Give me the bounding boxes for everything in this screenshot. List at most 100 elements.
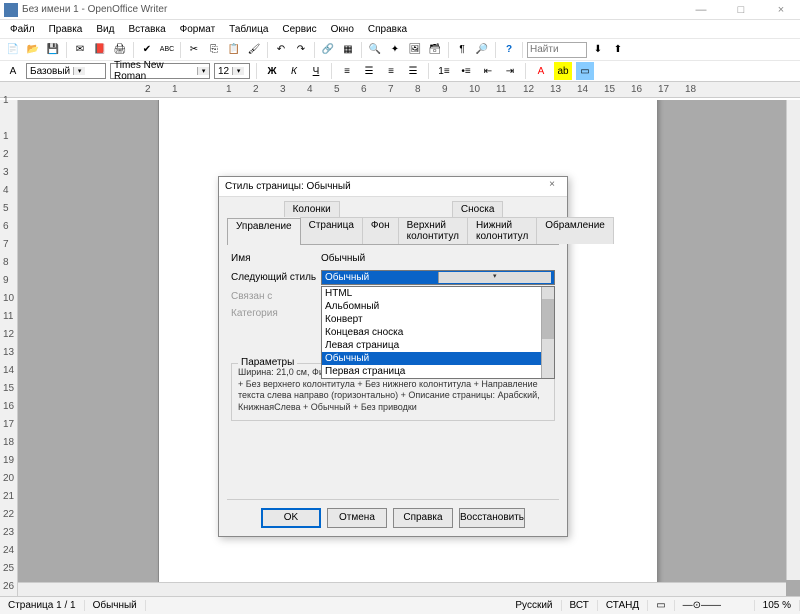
separator: [428, 63, 429, 79]
size-combo[interactable]: 12▾: [214, 63, 250, 79]
tab-columns[interactable]: Колонки: [284, 201, 340, 217]
reset-button[interactable]: Восстановить: [459, 508, 525, 528]
vertical-scrollbar[interactable]: [786, 100, 800, 580]
redo-icon[interactable]: ↷: [292, 41, 310, 59]
tab-background[interactable]: Фон: [362, 217, 399, 244]
spellcheck-icon[interactable]: ✔: [138, 41, 156, 59]
menu-file[interactable]: Файл: [4, 23, 41, 36]
dropdown-option-html[interactable]: HTML: [322, 287, 554, 300]
status-zoom[interactable]: 105 %: [755, 600, 800, 611]
navigator-icon[interactable]: ✦: [386, 41, 404, 59]
help-icon[interactable]: ?: [500, 41, 518, 59]
status-page: Страница 1 / 1: [0, 600, 85, 611]
window-minimize-button[interactable]: —: [686, 4, 716, 16]
save-icon[interactable]: 💾: [44, 41, 62, 59]
menu-format[interactable]: Формат: [174, 23, 222, 36]
bold-button[interactable]: Ж: [263, 62, 281, 80]
font-color-icon[interactable]: A: [532, 62, 550, 80]
styles-icon[interactable]: A: [4, 62, 22, 80]
paste-icon[interactable]: 📋: [225, 41, 243, 59]
tab-footnote[interactable]: Сноска: [452, 201, 503, 217]
next-style-selected: Обычный: [325, 272, 438, 283]
menu-edit[interactable]: Правка: [43, 23, 89, 36]
underline-button[interactable]: Ч: [307, 62, 325, 80]
status-view-icon[interactable]: ▭: [648, 600, 674, 611]
open-icon[interactable]: 📂: [24, 41, 42, 59]
indent-icon[interactable]: ⇥: [501, 62, 519, 80]
separator: [525, 63, 526, 79]
window-maximize-button[interactable]: □: [726, 4, 756, 16]
search-input[interactable]: [527, 42, 587, 58]
cut-icon[interactable]: ✂: [185, 41, 203, 59]
menu-view[interactable]: Вид: [90, 23, 120, 36]
mail-icon[interactable]: ✉: [71, 41, 89, 59]
window-close-button[interactable]: ×: [766, 4, 796, 16]
horizontal-scrollbar[interactable]: [18, 582, 786, 596]
align-justify-icon[interactable]: ☰: [404, 62, 422, 80]
menu-table[interactable]: Таблица: [223, 23, 274, 36]
nonprint-icon[interactable]: ¶: [453, 41, 471, 59]
menu-help[interactable]: Справка: [362, 23, 413, 36]
next-style-dropdown[interactable]: Обычный▾ HTML Альбомный Конверт Концевая…: [321, 270, 555, 285]
font-combo[interactable]: Times New Roman▾: [110, 63, 210, 79]
category-label: Категория: [231, 308, 321, 319]
menubar: Файл Правка Вид Вставка Формат Таблица С…: [0, 20, 800, 38]
table-icon[interactable]: ▦: [339, 41, 357, 59]
dropdown-option-endnote[interactable]: Концевая сноска: [322, 326, 554, 339]
status-mode[interactable]: СТАНД: [598, 600, 648, 611]
align-left-icon[interactable]: ≡: [338, 62, 356, 80]
search-down-icon[interactable]: ⬇: [589, 41, 607, 59]
params-legend: Параметры: [238, 357, 297, 368]
numbered-list-icon[interactable]: 1≡: [435, 62, 453, 80]
tab-borders[interactable]: Обрамление: [536, 217, 614, 244]
undo-icon[interactable]: ↶: [272, 41, 290, 59]
align-right-icon[interactable]: ≡: [382, 62, 400, 80]
dropdown-option-firstpage[interactable]: Первая страница: [322, 365, 554, 378]
statusbar: Страница 1 / 1 Обычный Русский ВСТ СТАНД…: [0, 596, 800, 614]
zoom-icon[interactable]: 🔎: [473, 41, 491, 59]
print-icon[interactable]: 🖨: [111, 41, 129, 59]
status-style[interactable]: Обычный: [85, 600, 146, 611]
menu-tools[interactable]: Сервис: [276, 23, 322, 36]
next-style-label: Следующий стиль: [231, 272, 321, 283]
tab-footer[interactable]: Нижний колонтитул: [467, 217, 537, 244]
cancel-button[interactable]: Отмена: [327, 508, 387, 528]
separator: [66, 42, 67, 58]
highlight-icon[interactable]: ab: [554, 62, 572, 80]
standard-toolbar: 📄 📂 💾 ✉ 📕 🖨 ✔ ABC ✂ ⎘ 📋 🖌 ↶ ↷ 🔗 ▦ 🔍 ✦ 🖼 …: [0, 38, 800, 60]
bgcolor-icon[interactable]: ▭: [576, 62, 594, 80]
dropdown-option-landscape[interactable]: Альбомный: [322, 300, 554, 313]
tab-page[interactable]: Страница: [300, 217, 363, 244]
align-center-icon[interactable]: ☰: [360, 62, 378, 80]
style-combo[interactable]: Базовый▾: [26, 63, 106, 79]
datasource-icon[interactable]: 🗃: [426, 41, 444, 59]
ok-button[interactable]: OK: [261, 508, 321, 528]
gallery-icon[interactable]: 🖼: [406, 41, 424, 59]
bullet-list-icon[interactable]: •≡: [457, 62, 475, 80]
dropdown-scrollbar[interactable]: [541, 287, 554, 378]
dropdown-option-leftpage[interactable]: Левая страница: [322, 339, 554, 352]
help-button[interactable]: Справка: [393, 508, 453, 528]
tab-organizer[interactable]: Управление: [227, 218, 301, 245]
dropdown-option-envelope[interactable]: Конверт: [322, 313, 554, 326]
search-up-icon[interactable]: ⬆: [609, 41, 627, 59]
separator: [180, 42, 181, 58]
find-icon[interactable]: 🔍: [366, 41, 384, 59]
menu-window[interactable]: Окно: [325, 23, 360, 36]
status-slider[interactable]: —⊙——: [675, 600, 755, 611]
dialog-close-button[interactable]: ×: [543, 179, 561, 195]
italic-button[interactable]: К: [285, 62, 303, 80]
abc-icon[interactable]: ABC: [158, 41, 176, 59]
status-insert[interactable]: ВСТ: [562, 600, 598, 611]
tab-header[interactable]: Верхний колонтитул: [398, 217, 468, 244]
pdf-icon[interactable]: 📕: [91, 41, 109, 59]
outdent-icon[interactable]: ⇤: [479, 62, 497, 80]
hyperlink-icon[interactable]: 🔗: [319, 41, 337, 59]
format-paint-icon[interactable]: 🖌: [245, 41, 263, 59]
separator: [361, 42, 362, 58]
status-lang[interactable]: Русский: [507, 600, 561, 611]
menu-insert[interactable]: Вставка: [122, 23, 171, 36]
dropdown-option-default[interactable]: Обычный: [322, 352, 554, 365]
copy-icon[interactable]: ⎘: [205, 41, 223, 59]
new-doc-icon[interactable]: 📄: [4, 41, 22, 59]
